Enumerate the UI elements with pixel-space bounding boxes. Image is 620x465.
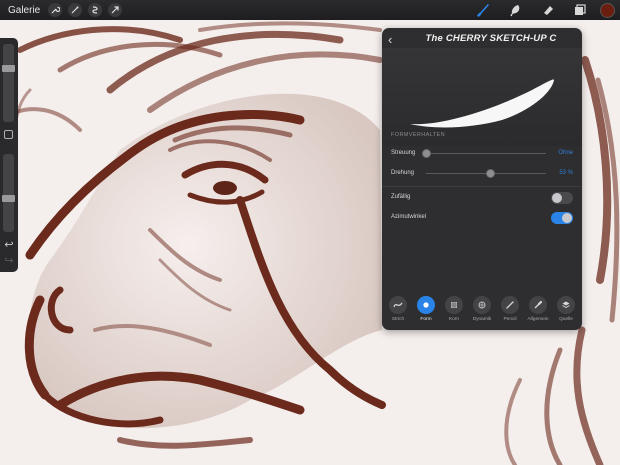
azimuth-row: Azimutwinkel — [382, 208, 582, 228]
brush-icon[interactable] — [476, 2, 492, 18]
tab-label: Dynamik — [472, 317, 492, 322]
randomized-row: Zufällig — [382, 188, 582, 208]
divider — [382, 186, 582, 187]
section-label: FORMVERHALTEN — [391, 132, 445, 138]
wrench-icon[interactable] — [48, 3, 63, 17]
tab-shape[interactable]: Form — [413, 296, 439, 330]
tab-dynamics[interactable]: Dynamik — [469, 296, 495, 330]
gallery-button[interactable]: Galerie — [8, 5, 40, 16]
tab-label: Quelle — [559, 317, 573, 322]
brush-size-thumb[interactable] — [2, 65, 15, 73]
grain-icon — [451, 302, 457, 308]
redo-button[interactable]: ↪ — [2, 254, 16, 268]
pencil-icon — [506, 301, 514, 309]
randomized-label: Zufällig — [391, 194, 411, 200]
color-swatch[interactable] — [600, 2, 615, 18]
opacity-thumb[interactable] — [2, 195, 15, 203]
transform-arrow-icon[interactable] — [108, 3, 123, 17]
tab-source[interactable]: Quelle — [553, 296, 579, 330]
dynamics-icon — [478, 301, 486, 309]
layers-icon[interactable] — [572, 2, 588, 18]
opacity-slider[interactable] — [2, 154, 15, 232]
scatter-label: Streuung — [391, 150, 416, 156]
tab-stroke[interactable]: Strich — [385, 296, 411, 330]
rotation-slider-thumb[interactable] — [485, 169, 495, 178]
top-toolbar: Galerie — [0, 0, 620, 20]
scatter-row: Streuung Ohne — [382, 144, 582, 164]
scatter-slider-track[interactable] — [426, 153, 546, 154]
eraser-icon[interactable] — [540, 2, 556, 18]
tab-pencil[interactable]: Pencil — [497, 296, 523, 330]
tool-group — [476, 0, 620, 20]
brush-size-slider[interactable] — [2, 44, 15, 122]
tab-label: Korn — [448, 317, 460, 322]
randomized-toggle[interactable] — [551, 192, 573, 204]
azimuth-toggle[interactable] — [551, 212, 573, 224]
modify-button[interactable] — [4, 130, 13, 139]
rotation-value: 53 % — [559, 170, 573, 176]
source-icon — [562, 301, 570, 309]
magic-wand-icon[interactable] — [68, 3, 83, 17]
smudge-icon[interactable] — [508, 2, 524, 18]
stroke-icon — [393, 302, 403, 308]
tab-label: Pencil — [503, 317, 517, 322]
rotation-label: Drehung — [391, 170, 415, 176]
brush-settings-tabs: Strich Form Korn Dynamik Pencil Allgemei… — [382, 296, 582, 330]
tab-label: Form — [420, 317, 432, 322]
undo-button[interactable]: ↩ — [2, 238, 16, 252]
scatter-slider-thumb[interactable] — [422, 149, 431, 158]
left-sidebar: ↩ ↪ — [0, 38, 18, 272]
shape-icon — [423, 302, 429, 308]
tab-label: Allgemein — [527, 317, 549, 322]
tab-general[interactable]: Allgemein — [525, 296, 551, 330]
selection-icon[interactable] — [88, 3, 103, 17]
brush-title: The CHERRY SKETCH-UP C — [425, 33, 557, 44]
tab-label: Strich — [391, 317, 405, 322]
general-icon — [534, 300, 543, 309]
rotation-row: Drehung 53 % — [382, 164, 582, 184]
tab-grain[interactable]: Korn — [441, 296, 467, 330]
scatter-value: Ohne — [558, 150, 573, 156]
brush-settings-panel: ‹ The CHERRY SKETCH-UP C FORMVERHALTEN S… — [382, 28, 582, 330]
azimuth-label: Azimutwinkel — [391, 214, 427, 220]
